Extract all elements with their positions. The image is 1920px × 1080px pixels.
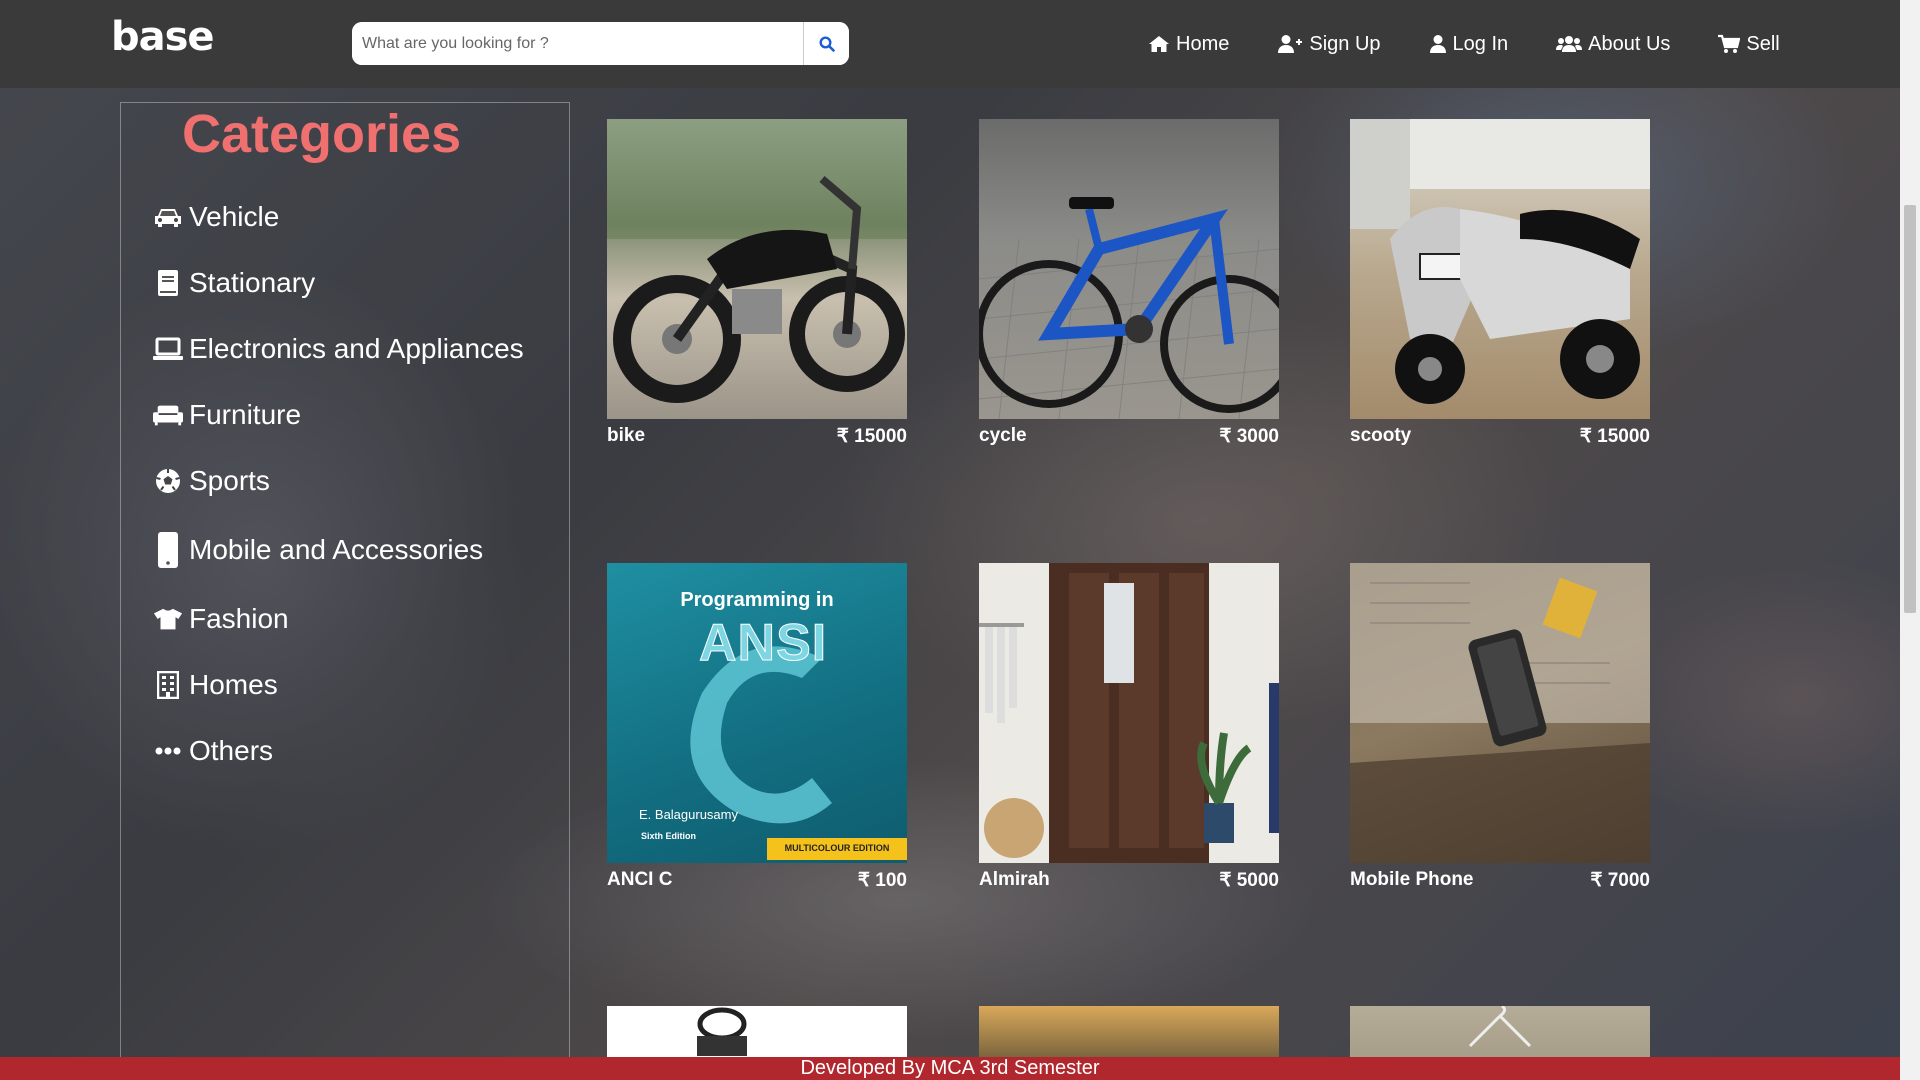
almirah-image xyxy=(979,563,1279,863)
mobile-icon xyxy=(158,532,178,568)
footer: Developed By MCA 3rd Semester xyxy=(0,1057,1900,1080)
product-card[interactable]: Programming in ANSI E. Balagurusamy Sixt… xyxy=(607,563,907,892)
category-mobile[interactable]: Mobile and Accessories xyxy=(153,531,483,569)
product-card[interactable]: Mobile Phone ₹ 7000 xyxy=(1350,563,1650,892)
category-label: Homes xyxy=(189,669,278,700)
nav-sell-label: Sell xyxy=(1746,32,1780,55)
category-furniture[interactable]: Furniture xyxy=(153,399,301,431)
product-card[interactable]: scooty ₹ 15000 xyxy=(1350,119,1650,448)
bicycle-image xyxy=(979,197,1279,419)
category-electronics[interactable]: Electronics and Appliances xyxy=(153,333,524,365)
category-label: Vehicle xyxy=(189,201,280,232)
product-card[interactable]: cycle ₹ 3000 xyxy=(979,119,1279,448)
nav-links: Home Sign Up Log In About Us Sell xyxy=(1148,0,1828,88)
product-image-mobile-phone[interactable] xyxy=(1350,563,1650,863)
product-image-book[interactable]: Programming in ANSI E. Balagurusamy Sixt… xyxy=(607,563,907,863)
product-price: ₹ 3000 xyxy=(1219,426,1279,447)
category-label: Stationary xyxy=(189,267,316,298)
product-price: ₹ 15000 xyxy=(836,426,907,447)
product-image-bike[interactable] xyxy=(607,119,907,419)
product-image-almirah[interactable] xyxy=(979,563,1279,863)
nav-sign-up[interactable]: Sign Up xyxy=(1277,32,1381,56)
category-others[interactable]: Others xyxy=(153,735,273,767)
category-label: Electronics and Appliances xyxy=(189,333,524,364)
nav-sell[interactable]: Sell xyxy=(1718,32,1780,56)
cart-icon xyxy=(1718,34,1741,53)
mobile-phone-image xyxy=(1350,563,1650,863)
category-sports[interactable]: Sports xyxy=(153,465,270,497)
category-label: Sports xyxy=(189,465,270,496)
laptop-icon xyxy=(153,337,183,360)
category-vehicle[interactable]: Vehicle xyxy=(153,201,279,233)
users-icon xyxy=(1556,36,1583,52)
page-scrollbar[interactable] xyxy=(1900,0,1920,1080)
user-plus-icon xyxy=(1278,35,1303,53)
home-icon xyxy=(1149,36,1169,52)
building-icon xyxy=(157,671,179,699)
ellipsis-icon xyxy=(155,747,181,755)
nav-log-in-label: Log In xyxy=(1452,32,1509,55)
book-badge: MULTICOLOUR EDITION xyxy=(784,843,890,853)
scrollbar-thumb[interactable] xyxy=(1904,205,1916,613)
product-image-cycle[interactable] xyxy=(979,119,1279,419)
product-price: ₹ 15000 xyxy=(1579,426,1650,447)
search-icon xyxy=(818,35,835,52)
scooter-image xyxy=(1350,119,1650,404)
categories-sidebar: Categories Vehicle Stationary Electronic… xyxy=(120,102,570,1080)
product-image-scooty[interactable] xyxy=(1350,119,1650,419)
search-input[interactable] xyxy=(352,22,803,65)
nav-home-label: Home xyxy=(1176,32,1230,55)
category-label: Furniture xyxy=(189,399,302,430)
product-price: ₹ 5000 xyxy=(1219,870,1279,891)
product-name: bike xyxy=(607,425,646,446)
product-name: cycle xyxy=(979,425,1027,446)
user-icon xyxy=(1429,35,1446,53)
nav-about-us[interactable]: About Us xyxy=(1556,33,1670,56)
category-stationary[interactable]: Stationary xyxy=(153,267,315,299)
book-title-line: Programming in xyxy=(680,589,834,611)
product-name: ANCI C xyxy=(607,869,673,890)
brand-logo[interactable]: base xyxy=(111,14,215,60)
nav-log-in[interactable]: Log In xyxy=(1429,32,1509,56)
nav-about-us-label: About Us xyxy=(1588,32,1671,55)
product-card[interactable]: Almirah ₹ 5000 xyxy=(979,563,1279,892)
category-homes[interactable]: Homes xyxy=(153,669,278,701)
category-label: Others xyxy=(189,735,274,766)
book-title-main: ANSI xyxy=(698,614,828,673)
product-name: Almirah xyxy=(979,869,1050,890)
navbar: base Home Sign Up xyxy=(0,0,1900,88)
tshirt-icon xyxy=(153,608,183,630)
category-label: Fashion xyxy=(189,603,289,634)
motorcycle-image xyxy=(607,119,907,403)
product-card[interactable]: bike ₹ 15000 xyxy=(607,119,907,448)
product-price: ₹ 100 xyxy=(857,870,907,891)
category-label: Mobile and Accessories xyxy=(189,534,484,565)
product-name: Mobile Phone xyxy=(1350,869,1474,890)
category-fashion[interactable]: Fashion xyxy=(153,603,289,635)
book-edition: Sixth Edition xyxy=(641,831,696,841)
categories-title: Categories xyxy=(182,104,462,164)
couch-icon xyxy=(153,405,183,426)
nav-sign-up-label: Sign Up xyxy=(1309,32,1381,55)
football-icon xyxy=(156,469,180,493)
car-icon xyxy=(155,209,181,227)
search-button[interactable] xyxy=(803,22,849,65)
book-icon xyxy=(158,270,178,296)
product-name: scooty xyxy=(1350,425,1412,446)
nav-home[interactable]: Home xyxy=(1148,33,1229,56)
book-author: E. Balagurusamy xyxy=(639,807,738,822)
search-bar xyxy=(352,22,849,65)
product-price: ₹ 7000 xyxy=(1590,870,1650,891)
